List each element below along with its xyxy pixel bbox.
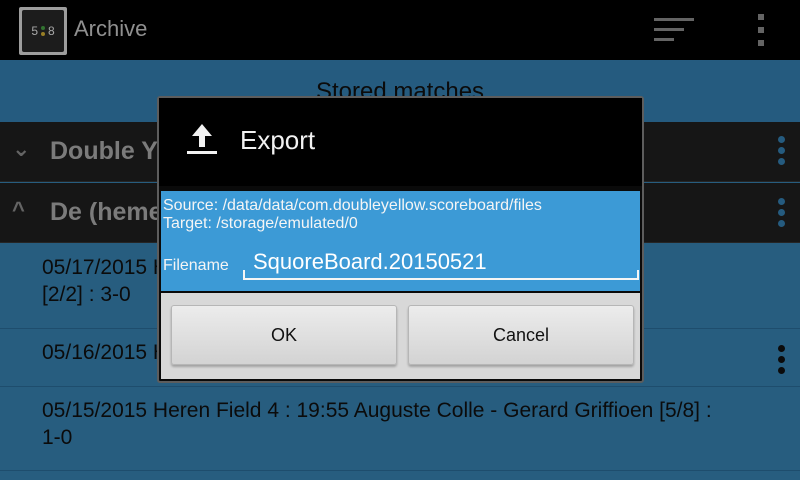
export-dialog: Export Source: /data/data/com.doubleyell… [157, 96, 644, 383]
filename-input[interactable] [243, 246, 639, 280]
ok-button[interactable]: OK [171, 305, 397, 365]
dialog-body: Source: /data/data/com.doubleyellow.scor… [161, 191, 640, 291]
target-path: Target: /storage/emulated/0 [163, 215, 358, 232]
dialog-button-bar: OK Cancel [161, 293, 640, 379]
filename-label: Filename [163, 257, 229, 274]
dialog-header: Export [159, 98, 642, 186]
upload-icon [185, 124, 219, 158]
source-path: Source: /data/data/com.doubleyellow.scor… [163, 197, 542, 214]
dialog-title: Export [240, 125, 316, 155]
cancel-button[interactable]: Cancel [408, 305, 634, 365]
